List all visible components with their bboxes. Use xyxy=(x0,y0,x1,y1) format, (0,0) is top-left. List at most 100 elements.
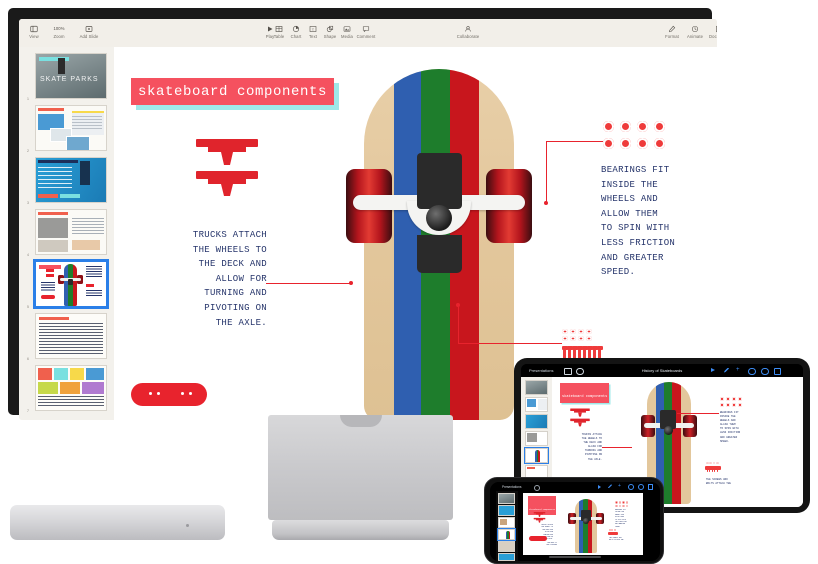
toolbar-view-button[interactable]: View xyxy=(24,25,44,39)
trucks-leader-dot xyxy=(349,281,353,285)
device-lineup-scene: View 100% Zoom Add Slide Play Table Char… xyxy=(0,0,818,564)
zoom-value: 100% xyxy=(53,26,65,31)
mac-mini xyxy=(10,505,225,540)
trucks-graphic xyxy=(192,135,262,202)
ipad-play-icon[interactable] xyxy=(711,368,715,372)
ipad-bearings-graphic xyxy=(720,397,742,408)
iphone-add-icon[interactable]: + xyxy=(618,484,621,489)
trucks-callout-text: TRUCKS ATTACH THE WHEELS TO THE DECK AND… xyxy=(192,230,267,328)
iphone-screen: Presentations + skateboard components TR… xyxy=(490,482,660,561)
toolbar-view-label: View xyxy=(29,34,39,39)
slide-navigator[interactable]: SKATE PARKS 1 2 3 4 5 6 7 xyxy=(19,47,115,420)
iphone-play-icon[interactable] xyxy=(598,484,601,489)
collaborate-icon xyxy=(464,25,472,33)
toolbar-zoom-control[interactable]: 100% Zoom xyxy=(46,25,72,39)
ipad-zoom-icon[interactable] xyxy=(576,367,584,375)
iphone-slide-canvas[interactable]: skateboard components TRUCKS ATTACH THE … xyxy=(523,493,643,555)
slide-number-1: 1 xyxy=(27,97,29,101)
toolbar-collaborate-button[interactable]: Collaborate xyxy=(451,25,485,39)
slide-thumbnail-1[interactable]: SKATE PARKS xyxy=(35,53,107,99)
ipad-bearings-callout-text: BEARINGS FIT INSIDE THE WHEELS AND ALLOW… xyxy=(720,411,741,443)
ipad-document-icon[interactable] xyxy=(774,367,781,375)
iphone-thumb-4[interactable] xyxy=(497,528,516,541)
toolbar-document-label: Document xyxy=(709,34,717,39)
trucks-leader-line xyxy=(266,283,351,284)
iphone-format-icon[interactable] xyxy=(608,484,612,489)
ipad-format-icon[interactable] xyxy=(724,367,729,373)
slide-thumbnail-3[interactable] xyxy=(35,157,107,203)
ipad-navigator-icon[interactable] xyxy=(564,367,572,375)
iphone-toolbar: Presentations + xyxy=(490,482,660,491)
iphone-skateboard-deck xyxy=(575,499,597,553)
animate-icon xyxy=(691,25,699,33)
ipad-thumb-1[interactable] xyxy=(525,380,548,395)
view-icon xyxy=(30,25,38,33)
iphone-more-icon[interactable] xyxy=(638,484,644,491)
display-stand-foot xyxy=(272,520,449,540)
iphone-thumb-2[interactable] xyxy=(498,505,515,516)
toolbar-media-label: Media xyxy=(341,34,353,39)
iphone-thumb-6[interactable] xyxy=(498,553,515,561)
stand-notch xyxy=(339,415,382,427)
ipad-back-label[interactable]: Presentations xyxy=(529,368,553,373)
slide-title[interactable]: skateboard components xyxy=(131,78,335,105)
bearings-leader-line xyxy=(546,141,603,142)
slide-thumbnail-2[interactable] xyxy=(35,105,107,151)
ipad-thumb-3[interactable] xyxy=(525,414,548,429)
svg-text:T: T xyxy=(312,28,315,32)
format-icon xyxy=(668,25,676,33)
iphone-back-label[interactable]: Presentations xyxy=(502,485,522,489)
iphone-bearings-graphic xyxy=(615,501,629,508)
ipad-trucks-leader xyxy=(602,447,632,448)
toolbar-zoom-label: Zoom xyxy=(53,34,65,39)
ipad-trucks-callout-text: TRUCKS ATTACH THE WHEELS TO THE DECK AND… xyxy=(581,433,602,461)
bearings-callout-text: BEARINGS FIT INSIDE THE WHEELS AND ALLOW… xyxy=(601,165,676,278)
iphone-home-indicator[interactable] xyxy=(549,556,601,558)
ipad-document-title: History of Skateboards xyxy=(641,368,683,373)
toolbar-table-label: Table xyxy=(273,34,285,39)
iphone-zoom-icon[interactable] xyxy=(534,484,540,491)
iphone-thumb-3[interactable] xyxy=(498,517,515,528)
slide-number-7: 7 xyxy=(27,409,29,413)
display-stand-neck xyxy=(268,415,453,520)
ipad-collaborate-icon[interactable] xyxy=(748,367,756,375)
slide-thumbnail-4[interactable] xyxy=(35,209,107,255)
ipad-toolbar: Presentations History of Skateboards + xyxy=(521,364,803,377)
mac-mini-power-led xyxy=(186,524,189,527)
iphone-slide-navigator[interactable] xyxy=(496,491,518,561)
ipad-more-icon[interactable] xyxy=(761,367,769,375)
bearings-leader-vertical xyxy=(546,141,547,203)
toolbar-document-button[interactable]: Document xyxy=(705,25,717,39)
toolbar-animate-label: Animate xyxy=(686,34,704,39)
ipad-bearings-leader xyxy=(677,413,719,414)
toolbar-add-slide-label: Add Slide xyxy=(79,34,99,39)
toolbar-add-slide-button[interactable]: Add Slide xyxy=(76,25,102,39)
ipad-add-icon[interactable]: + xyxy=(736,367,741,373)
table-icon xyxy=(275,25,283,33)
slide-number-5: 5 xyxy=(27,305,29,309)
iphone-collaborate-icon[interactable] xyxy=(628,484,634,491)
mac-display: View 100% Zoom Add Slide Play Table Char… xyxy=(8,8,717,420)
iphone-screws-graphic xyxy=(608,529,619,536)
toolbar-format-button[interactable]: Format xyxy=(660,25,684,39)
toolbar-comment-label: Comment xyxy=(356,34,376,39)
iphone-thumb-1[interactable] xyxy=(498,493,515,504)
iphone-thumb-5[interactable] xyxy=(498,541,515,552)
keynote-toolbar: View 100% Zoom Add Slide Play Table Char… xyxy=(19,19,717,48)
iphone-kingpin xyxy=(583,518,589,524)
toolbar-format-label: Format xyxy=(665,34,679,39)
ipad-thumb-2[interactable] xyxy=(525,397,548,412)
truck-baseplate xyxy=(417,153,462,209)
ipad-thumb-4[interactable] xyxy=(525,431,548,446)
slide-thumbnail-7[interactable] xyxy=(35,365,107,411)
screws-leader-dot xyxy=(456,303,460,307)
truck-bushing-block xyxy=(417,235,462,273)
ipad-thumb-5[interactable] xyxy=(524,447,549,464)
toolbar-comment-button[interactable]: Comment xyxy=(353,25,379,39)
shape-icon xyxy=(326,25,334,33)
ipad-slide-title-text: skateboard components xyxy=(562,395,608,399)
slide-thumbnail-5[interactable] xyxy=(33,259,109,309)
slide-thumbnail-6[interactable] xyxy=(35,313,107,359)
iphone-document-icon[interactable] xyxy=(648,484,654,491)
slide-number-3: 3 xyxy=(27,201,29,205)
